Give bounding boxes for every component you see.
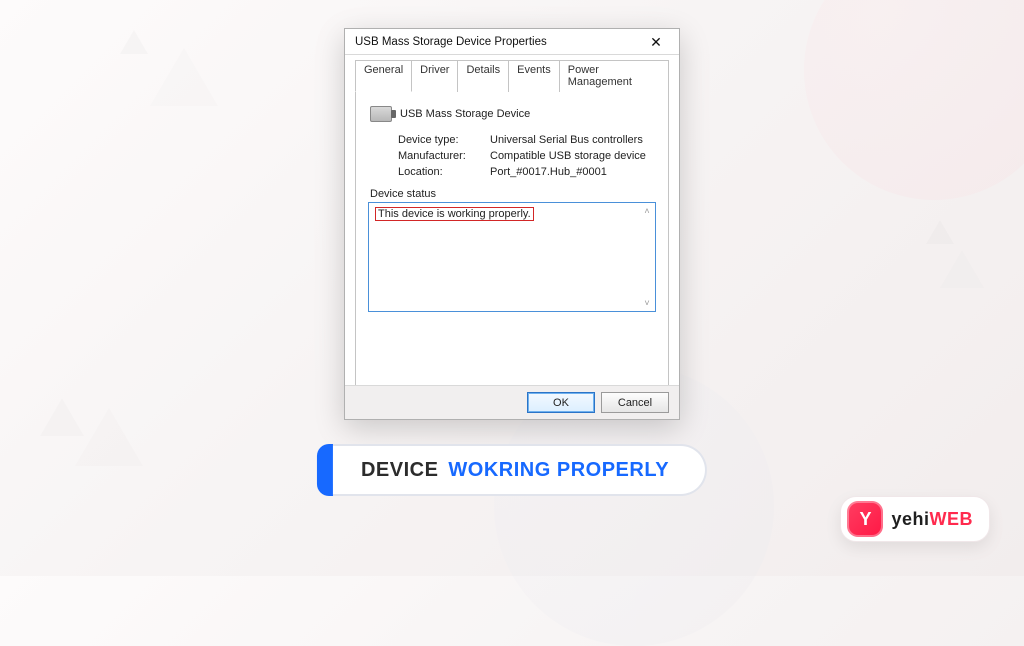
properties-dialog: USB Mass Storage Device Properties ✕ Gen…	[344, 28, 680, 420]
brand-logo-glyph: Y	[859, 509, 871, 530]
scroll-down-icon[interactable]: ˅	[640, 296, 654, 310]
device-status-label: Device status	[370, 188, 656, 200]
caption-word-1: DEVICE	[361, 459, 438, 482]
dialog-button-row: OK Cancel	[345, 385, 679, 419]
close-icon: ✕	[650, 35, 662, 49]
manufacturer-value: Compatible USB storage device	[490, 150, 656, 162]
location-value: Port_#0017.Hub_#0001	[490, 166, 656, 178]
bg-triangle	[940, 250, 984, 288]
tab-driver[interactable]: Driver	[411, 60, 458, 92]
bg-triangle	[150, 48, 218, 106]
bg-circle	[804, 0, 1024, 200]
tab-label: Driver	[420, 64, 449, 76]
bg-triangle	[75, 408, 143, 466]
brand-badge: Y yehiWEB	[840, 496, 990, 542]
brand-name-b: WEB	[930, 509, 974, 529]
cancel-button[interactable]: Cancel	[601, 392, 669, 413]
device-status-text: This device is working properly.	[375, 207, 534, 221]
caption-word-2: WOKRING PROPERLY	[448, 459, 669, 482]
brand-logo-icon: Y	[847, 501, 883, 537]
ok-button[interactable]: OK	[527, 392, 595, 413]
tab-panel-general: USB Mass Storage Device Device type: Uni…	[355, 91, 669, 393]
button-label: Cancel	[618, 397, 652, 409]
location-label: Location:	[398, 166, 490, 178]
bg-triangle	[120, 30, 148, 54]
device-name: USB Mass Storage Device	[400, 108, 530, 120]
device-header: USB Mass Storage Device	[368, 102, 656, 130]
tabstrip: General Driver Details Events Power Mana…	[355, 59, 669, 91]
tab-details[interactable]: Details	[457, 60, 509, 92]
caption-body: DEVICE WOKRING PROPERLY	[333, 444, 707, 496]
dialog-title: USB Mass Storage Device Properties	[355, 36, 547, 48]
bg-triangle	[926, 220, 954, 244]
tab-label: Events	[517, 64, 551, 76]
tab-power-management[interactable]: Power Management	[559, 60, 669, 92]
dialog-body: General Driver Details Events Power Mana…	[345, 55, 679, 385]
scroll-up-icon[interactable]: ˄	[640, 204, 654, 218]
tab-general[interactable]: General	[355, 60, 412, 92]
device-type-label: Device type:	[398, 134, 490, 146]
titlebar[interactable]: USB Mass Storage Device Properties ✕	[345, 29, 679, 55]
brand-name: yehiWEB	[891, 509, 973, 530]
close-button[interactable]: ✕	[639, 32, 673, 52]
brand-name-a: yehi	[891, 509, 929, 529]
usb-drive-icon	[370, 106, 392, 122]
manufacturer-label: Manufacturer:	[398, 150, 490, 162]
caption-pill: DEVICE WOKRING PROPERLY	[317, 444, 707, 496]
device-status-box[interactable]: This device is working properly. ˄ ˅	[368, 202, 656, 312]
tab-label: Details	[466, 64, 500, 76]
tab-label: General	[364, 64, 403, 76]
tab-events[interactable]: Events	[508, 60, 560, 92]
device-type-value: Universal Serial Bus controllers	[490, 134, 656, 146]
button-label: OK	[553, 397, 569, 409]
tab-label: Power Management	[568, 64, 632, 88]
caption-accent	[317, 444, 333, 496]
device-properties: Device type: Universal Serial Bus contro…	[398, 134, 656, 178]
